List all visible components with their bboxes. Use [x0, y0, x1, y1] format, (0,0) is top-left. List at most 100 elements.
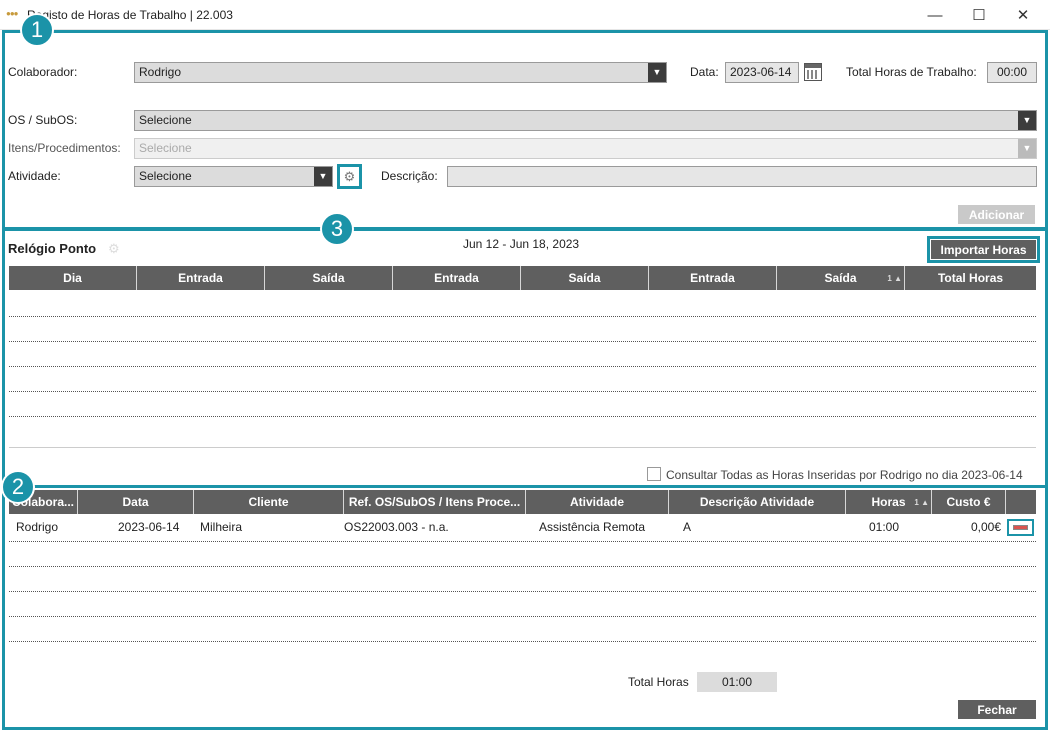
hours-table-header: Colabora... Data Cliente Ref. OS/SubOS /… — [9, 490, 1036, 514]
row-divider — [9, 566, 1036, 567]
col-atividade[interactable]: Atividade — [526, 490, 669, 514]
col-saida-2-label: Saída — [568, 271, 601, 285]
col-entrada-3-label: Entrada — [690, 271, 735, 285]
row-divider — [9, 366, 1036, 367]
col-data-label: Data — [122, 495, 149, 509]
consult-label: Consultar Todas as Horas Inseridas por R… — [666, 468, 1023, 482]
importar-horas-button[interactable]: Importar Horas — [931, 240, 1036, 259]
os-select[interactable]: Selecione ▼ — [134, 110, 1037, 131]
close-window-button[interactable]: ✕ — [1000, 0, 1046, 30]
row-colaborador: Rodrigo — [16, 520, 59, 534]
col-atividade-label: Atividade — [569, 495, 624, 509]
chevron-down-icon[interactable]: ▼ — [1018, 139, 1036, 158]
row-divider — [9, 641, 1036, 642]
atividade-value: Selecione — [139, 169, 192, 183]
minimize-button[interactable]: — — [912, 0, 958, 30]
calendar-icon[interactable] — [804, 63, 822, 81]
itens-value: Selecione — [139, 141, 192, 155]
os-value: Selecione — [139, 113, 192, 127]
col-total-horas[interactable]: Total Horas — [905, 266, 1036, 290]
app-logo-icon: ●●● — [6, 9, 19, 18]
chevron-down-icon[interactable]: ▼ — [314, 167, 332, 186]
col-saida-3-label: Saída — [824, 271, 857, 285]
col-entrada-3[interactable]: Entrada — [649, 266, 777, 290]
descricao-label: Descrição: — [381, 169, 438, 183]
col-custo[interactable]: Custo € — [932, 490, 1006, 514]
callout-badge-3: 3 — [320, 212, 354, 246]
callout-badge-2: 2 — [1, 470, 35, 504]
col-custo-label: Custo € — [946, 495, 991, 509]
row-divider — [9, 416, 1036, 417]
title-bar: ●●● Registo de Horas de Trabalho | 22.00… — [0, 0, 1050, 30]
itens-label: Itens/Procedimentos: — [8, 141, 121, 155]
chevron-down-icon[interactable]: ▼ — [1018, 111, 1036, 130]
colaborador-select[interactable]: Rodrigo ▼ — [134, 62, 667, 83]
col-saida-3[interactable]: Saída 1 ▲ — [777, 266, 905, 290]
atividade-select[interactable]: Selecione ▼ — [134, 166, 333, 187]
col-actions — [1006, 490, 1036, 514]
colaborador-value: Rodrigo — [139, 65, 182, 79]
colaborador-label: Colaborador: — [8, 65, 78, 79]
app-window: ●●● Registo de Horas de Trabalho | 22.00… — [0, 0, 1050, 731]
row-data: 2023-06-14 — [118, 520, 180, 534]
maximize-button[interactable]: ☐ — [956, 0, 1002, 30]
sort-indicator: 1 ▲ — [887, 273, 902, 283]
col-saida-1-label: Saída — [312, 271, 345, 285]
col-descricao[interactable]: Descrição Atividade — [669, 490, 846, 514]
col-entrada-1[interactable]: Entrada — [137, 266, 265, 290]
col-cliente[interactable]: Cliente — [194, 490, 344, 514]
col-ref-label: Ref. OS/SubOS / Itens Proce... — [348, 495, 521, 509]
row-divider — [9, 616, 1036, 617]
col-horas[interactable]: Horas 1 ▲ — [846, 490, 932, 514]
col-entrada-2-label: Entrada — [434, 271, 479, 285]
row-divider — [9, 391, 1036, 392]
col-saida-1[interactable]: Saída — [265, 266, 393, 290]
consult-checkbox[interactable] — [647, 467, 661, 481]
col-data[interactable]: Data — [78, 490, 194, 514]
relogio-table-header: Dia Entrada Saída Entrada Saída Entrada … — [9, 266, 1036, 290]
settings-icon[interactable]: ⚙ — [108, 241, 120, 257]
row-ref: OS22003.003 - n.a. — [344, 520, 449, 534]
gear-icon[interactable]: ⚙ — [337, 164, 362, 189]
col-entrada-2[interactable]: Entrada — [393, 266, 521, 290]
col-total-horas-label: Total Horas — [937, 271, 1004, 285]
col-entrada-1-label: Entrada — [178, 271, 223, 285]
atividade-label: Atividade: — [8, 169, 61, 183]
sort-indicator: 1 ▲ — [914, 497, 929, 507]
row-descricao: A — [683, 520, 692, 534]
importar-frame: Importar Horas — [927, 236, 1040, 263]
fechar-button[interactable]: Fechar — [958, 700, 1036, 719]
table-row[interactable]: Rodrigo 2023-06-14 Milheira OS22003.003 … — [9, 516, 1036, 541]
col-ref[interactable]: Ref. OS/SubOS / Itens Proce... — [344, 490, 526, 514]
col-cliente-label: Cliente — [248, 495, 289, 509]
os-label: OS / SubOS: — [8, 113, 78, 127]
delete-row-icon[interactable] — [1007, 519, 1034, 536]
col-horas-label: Horas — [871, 495, 906, 509]
chevron-down-icon[interactable]: ▼ — [648, 63, 666, 82]
window-title: Registo de Horas de Trabalho | 22.003 — [27, 8, 233, 22]
col-dia[interactable]: Dia — [9, 266, 137, 290]
total-horas-value: 01:00 — [697, 672, 777, 692]
row-divider — [9, 541, 1036, 542]
total-horas-label: Total Horas — [628, 675, 689, 689]
week-range: Jun 12 - Jun 18, 2023 — [463, 237, 580, 251]
table-footer-line — [9, 447, 1036, 448]
descricao-input[interactable] — [447, 166, 1037, 187]
data-label: Data: — [690, 65, 719, 79]
itens-select[interactable]: Selecione ▼ — [134, 138, 1037, 159]
row-divider — [9, 316, 1036, 317]
relogio-title: Relógio Ponto — [8, 241, 97, 256]
row-cliente: Milheira — [200, 520, 243, 534]
row-atividade: Assistência Remota — [539, 520, 646, 534]
col-descricao-label: Descrição Atividade — [699, 495, 815, 509]
adicionar-button[interactable]: Adicionar — [958, 205, 1035, 224]
row-divider — [9, 591, 1036, 592]
row-horas: 01:00 — [869, 520, 900, 534]
data-input[interactable]: 2023-06-14 — [725, 62, 799, 83]
callout-badge-1: 1 — [20, 13, 54, 47]
col-saida-2[interactable]: Saída — [521, 266, 649, 290]
total-horas-trabalho-value: 00:00 — [987, 62, 1037, 83]
col-dia-label: Dia — [63, 271, 82, 285]
row-custo: 0,00€ — [971, 520, 1002, 534]
row-divider — [9, 341, 1036, 342]
